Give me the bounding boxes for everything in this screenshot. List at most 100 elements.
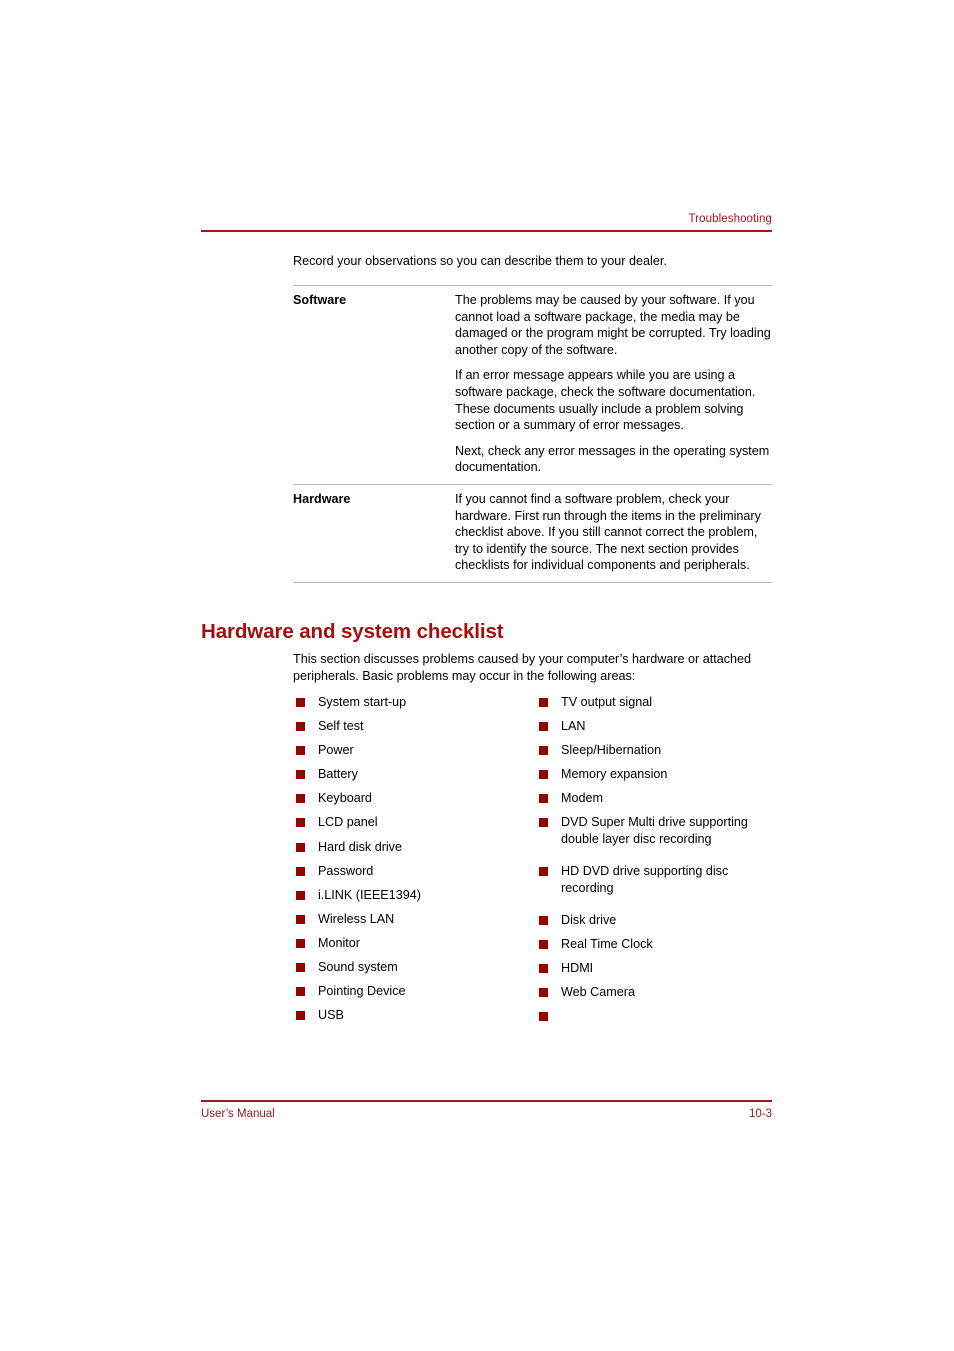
list-item-label: Monitor	[318, 935, 360, 950]
list-item: Wireless LAN	[293, 911, 533, 927]
list-item-label: Self test	[318, 719, 364, 734]
list-item-label: Password	[318, 863, 374, 878]
table-row-description: If you cannot find a software problem, c…	[455, 491, 772, 574]
page-footer: User’s Manual 10-3	[201, 1100, 772, 1121]
list-item: Self test	[293, 718, 533, 734]
list-item-label: Real Time Clock	[561, 937, 653, 952]
list-item: Password	[293, 863, 533, 879]
square-bullet-icon	[296, 794, 305, 804]
table-row-paragraph: If an error message appears while you ar…	[455, 368, 756, 433]
list-item: Hard disk drive	[293, 839, 533, 855]
square-bullet-icon	[296, 963, 305, 973]
list-item: System start-up	[293, 694, 533, 710]
section-heading: Hardware and system checklist	[201, 620, 504, 643]
list-item-label: Power	[318, 743, 354, 758]
list-item-label: Web Camera	[561, 985, 635, 1000]
list-item	[536, 1008, 784, 1024]
table-row-term: Hardware	[293, 491, 351, 506]
list-item-label: Memory expansion	[561, 767, 668, 782]
square-bullet-icon	[296, 914, 305, 924]
square-bullet-icon	[539, 746, 548, 756]
table-row-description: The problems may be caused by your softw…	[455, 292, 772, 476]
list-item: Keyboard	[293, 790, 533, 806]
square-bullet-icon	[539, 1012, 548, 1022]
list-item: Real Time Clock	[536, 936, 784, 952]
list-item: Monitor	[293, 935, 533, 951]
list-item: Disk drive	[536, 912, 784, 928]
checklist-right-column: TV output signal LAN Sleep/Hibernation M…	[536, 694, 784, 1024]
list-item-label: LCD panel	[318, 815, 378, 830]
list-item: TV output signal	[536, 694, 784, 710]
list-item-label: USB	[318, 1008, 344, 1023]
list-item: LCD panel	[293, 814, 533, 830]
list-item: HDMI	[536, 960, 784, 976]
square-bullet-icon	[296, 938, 305, 948]
list-item: Memory expansion	[536, 766, 784, 782]
square-bullet-icon	[539, 916, 548, 926]
section-intro-paragraph: This section discusses problems caused b…	[293, 652, 752, 683]
table-bottom-rule	[293, 581, 772, 583]
table-row-paragraph: Next, check any error messages in the op…	[455, 443, 770, 475]
list-item-label: Hard disk drive	[318, 839, 402, 854]
square-bullet-icon	[296, 770, 305, 780]
list-item: Modem	[536, 790, 784, 806]
list-item-label: LAN	[561, 719, 586, 734]
list-item: i.LINK (IEEE1394)	[293, 887, 533, 903]
list-item-label: i.LINK (IEEE1394)	[318, 887, 421, 902]
list-item: Battery	[293, 766, 533, 782]
list-item-label: DVD Super Multi drive supporting double …	[561, 815, 748, 846]
list-item-label: Wireless LAN	[318, 911, 395, 926]
list-item: HD DVD drive supporting disc recording	[536, 863, 784, 896]
list-item-label: HD DVD drive supporting disc recording	[561, 864, 729, 895]
footer-divider	[201, 1100, 772, 1102]
list-item-label: Battery	[318, 767, 358, 782]
list-item-label: Sound system	[318, 960, 398, 975]
square-bullet-icon	[296, 698, 305, 707]
table-row: Software The problems may be caused by y…	[293, 286, 772, 484]
page-header: Troubleshooting	[201, 212, 772, 232]
header-divider	[201, 230, 772, 232]
square-bullet-icon	[539, 794, 548, 804]
list-item-label: Keyboard	[318, 791, 372, 806]
square-bullet-icon	[296, 1011, 305, 1021]
square-bullet-icon	[539, 940, 548, 950]
list-item: Web Camera	[536, 984, 784, 1000]
square-bullet-icon	[539, 867, 548, 877]
manual-label: User’s Manual	[201, 1107, 275, 1120]
square-bullet-icon	[539, 964, 548, 974]
square-bullet-icon	[296, 746, 305, 756]
square-bullet-icon	[296, 987, 305, 997]
list-item: Power	[293, 742, 533, 758]
square-bullet-icon	[296, 866, 305, 876]
list-item-label: HDMI	[561, 961, 594, 976]
table-row: Hardware If you cannot find a software p…	[293, 485, 772, 582]
square-bullet-icon	[539, 770, 548, 780]
square-bullet-icon	[539, 988, 548, 998]
square-bullet-icon	[296, 842, 305, 852]
list-item: USB	[293, 1007, 533, 1023]
footer-content: User’s Manual 10-3	[201, 1107, 772, 1121]
list-item: Sleep/Hibernation	[536, 742, 784, 758]
list-item-label: Modem	[561, 791, 603, 806]
list-item-label: TV output signal	[561, 695, 653, 709]
page-number: 10-3	[748, 1107, 772, 1120]
list-item: Pointing Device	[293, 983, 533, 999]
list-item: DVD Super Multi drive supporting double …	[536, 814, 784, 847]
square-bullet-icon	[296, 890, 305, 900]
intro-paragraph: Record your observations so you can desc…	[293, 254, 667, 268]
table-row-paragraph: The problems may be caused by your softw…	[455, 293, 771, 357]
chapter-title: Troubleshooting	[688, 213, 772, 225]
list-item-label: Pointing Device	[318, 984, 406, 999]
square-bullet-icon	[539, 722, 548, 732]
table-row-paragraph: If you cannot find a software problem, c…	[455, 491, 761, 573]
list-item-label: Disk drive	[561, 913, 617, 928]
list-item: LAN	[536, 718, 784, 734]
square-bullet-icon	[539, 818, 548, 828]
checklist-left-column: System start-up Self test Power Battery …	[293, 694, 533, 1024]
square-bullet-icon	[296, 818, 305, 828]
list-item-label: Sleep/Hibernation	[561, 743, 662, 758]
list-item: Sound system	[293, 959, 533, 975]
list-item-label: System start-up	[318, 695, 407, 709]
square-bullet-icon	[539, 698, 548, 707]
document-page: Troubleshooting Record your observations…	[0, 0, 954, 1351]
